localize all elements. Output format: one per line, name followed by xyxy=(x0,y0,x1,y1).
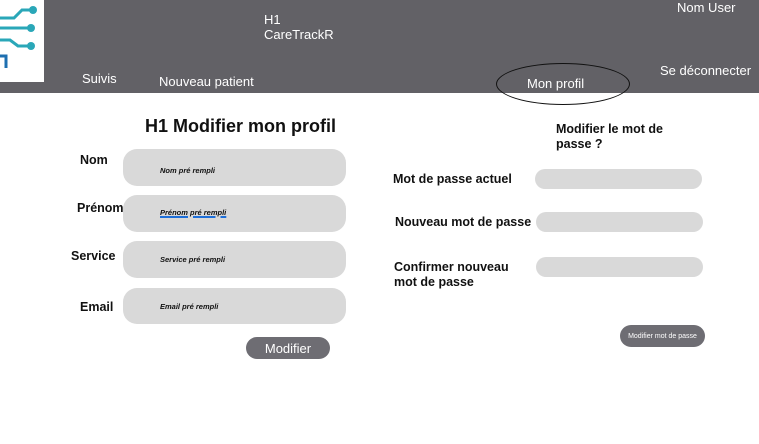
user-name: Nom User xyxy=(677,0,736,15)
top-header: H1 CareTrackR Nom User Suivis Nouveau pa… xyxy=(0,0,759,93)
app-title-line2: CareTrackR xyxy=(264,27,334,42)
nom-label: Nom xyxy=(80,153,108,167)
email-value: Email pré rempli xyxy=(160,302,219,311)
current-password-label: Mot de passe actuel xyxy=(393,172,512,186)
nav-nouveau-patient[interactable]: Nouveau patient xyxy=(159,74,254,89)
email-label: Email xyxy=(80,300,114,314)
password-section-title: Modifier le mot de passe ? xyxy=(556,122,663,151)
email-field[interactable]: Email pré rempli xyxy=(123,288,346,324)
confirm-password-input[interactable] xyxy=(536,257,703,277)
app-title: H1 CareTrackR xyxy=(264,12,334,42)
page-title: H1 Modifier mon profil xyxy=(145,116,336,136)
logout-link[interactable]: Se déconnecter xyxy=(660,63,751,78)
current-password-input[interactable] xyxy=(535,169,702,189)
prenom-field[interactable]: Prénom pré rempli xyxy=(123,195,346,232)
nom-value: Nom pré rempli xyxy=(160,166,216,175)
new-password-input[interactable] xyxy=(536,212,703,232)
nav-suivis[interactable]: Suivis xyxy=(82,71,117,86)
confirm-password-label: Confirmer nouveau mot de passe xyxy=(394,260,509,289)
modifier-mot-de-passe-button[interactable]: Modifier mot de passe xyxy=(620,325,705,347)
prenom-label: Prénom xyxy=(77,201,124,215)
nom-field[interactable]: Nom pré rempli xyxy=(123,149,346,186)
service-value: Service pré rempli xyxy=(160,255,226,264)
logo-circuit-icon xyxy=(0,6,37,68)
service-field[interactable]: Service pré rempli xyxy=(123,241,346,278)
app-logo xyxy=(0,0,44,82)
prenom-value: Prénom pré rempli xyxy=(160,208,227,217)
new-password-label: Nouveau mot de passe xyxy=(395,215,532,229)
modifier-button[interactable]: Modifier xyxy=(246,337,330,359)
app-title-line1: H1 xyxy=(264,12,281,27)
nav-mon-profil[interactable]: Mon profil xyxy=(527,76,584,91)
service-label: Service xyxy=(71,249,116,263)
